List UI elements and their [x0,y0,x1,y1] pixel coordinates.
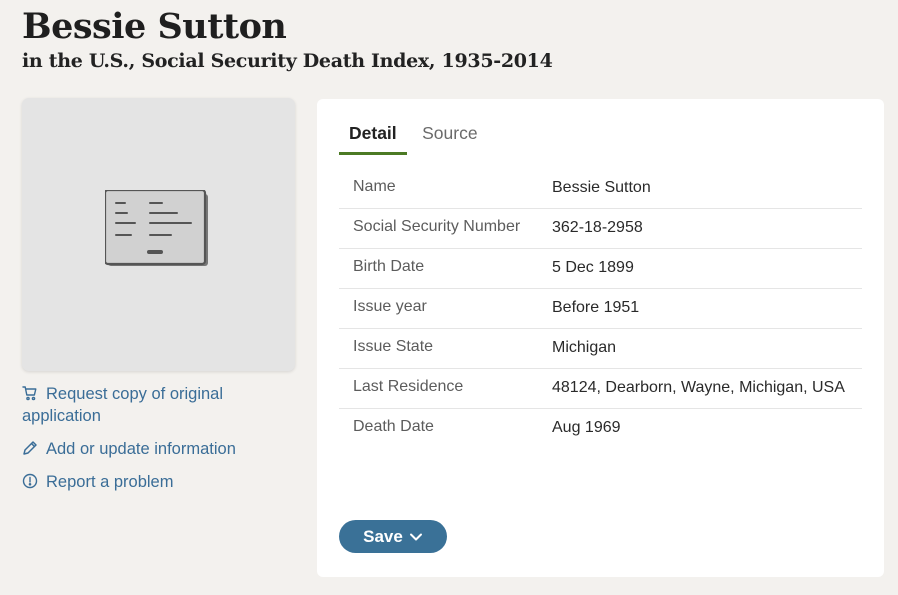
detail-row-issue-year: Issue year Before 1951 [339,289,862,329]
tab-bar: Detail Source [339,123,488,155]
chevron-down-icon [409,533,422,540]
detail-value: Before 1951 [552,299,640,316]
record-image-card[interactable] [22,98,295,371]
detail-row-birth-date: Birth Date 5 Dec 1899 [339,249,862,289]
record-detail-card: Detail Source Name Bessie Sutton Social … [317,99,884,577]
detail-label: Birth Date [353,258,425,275]
detail-value: 5 Dec 1899 [552,259,634,276]
alert-circle-icon [22,473,40,489]
cart-icon [22,385,40,401]
detail-value: Michigan [552,339,617,356]
add-update-info-label: Add or update information [46,440,236,458]
detail-table: Name Bessie Sutton Social Security Numbe… [339,169,862,448]
detail-label: Death Date [353,418,434,435]
detail-value: 362-18-2958 [552,219,643,236]
detail-row-death-date: Death Date Aug 1969 [339,409,862,448]
detail-value: 48124, Dearborn, Wayne, Michigan, USA [552,379,845,396]
collection-subtitle: in the U.S., Social Security Death Index… [22,50,553,72]
tab-source[interactable]: Source [412,123,487,152]
detail-row-name: Name Bessie Sutton [339,169,862,209]
document-card-icon [105,190,208,266]
record-actions: Request copy of original application Add… [22,383,282,493]
save-label: Save [363,526,403,546]
detail-label: Last Residence [353,378,464,395]
detail-label: Social Security Number [353,218,521,235]
detail-label: Issue State [353,338,434,355]
detail-value: Aug 1969 [552,419,621,436]
detail-label: Name [353,178,396,195]
detail-row-issue-state: Issue State Michigan [339,329,862,369]
detail-value: Bessie Sutton [552,179,651,196]
tab-detail[interactable]: Detail [339,123,407,155]
report-problem-link[interactable]: Report a problem [22,471,282,493]
detail-row-ssn: Social Security Number 362-18-2958 [339,209,862,249]
request-copy-label: Request copy of original application [22,385,224,425]
add-update-info-link[interactable]: Add or update information [22,438,282,460]
request-copy-link[interactable]: Request copy of original application [22,383,282,427]
detail-label: Issue year [353,298,427,315]
report-problem-label: Report a problem [46,473,174,491]
pencil-icon [22,440,40,456]
detail-row-last-residence: Last Residence 48124, Dearborn, Wayne, M… [339,369,862,409]
page-title: Bessie Sutton [22,6,287,47]
save-button[interactable]: Save [339,520,447,553]
